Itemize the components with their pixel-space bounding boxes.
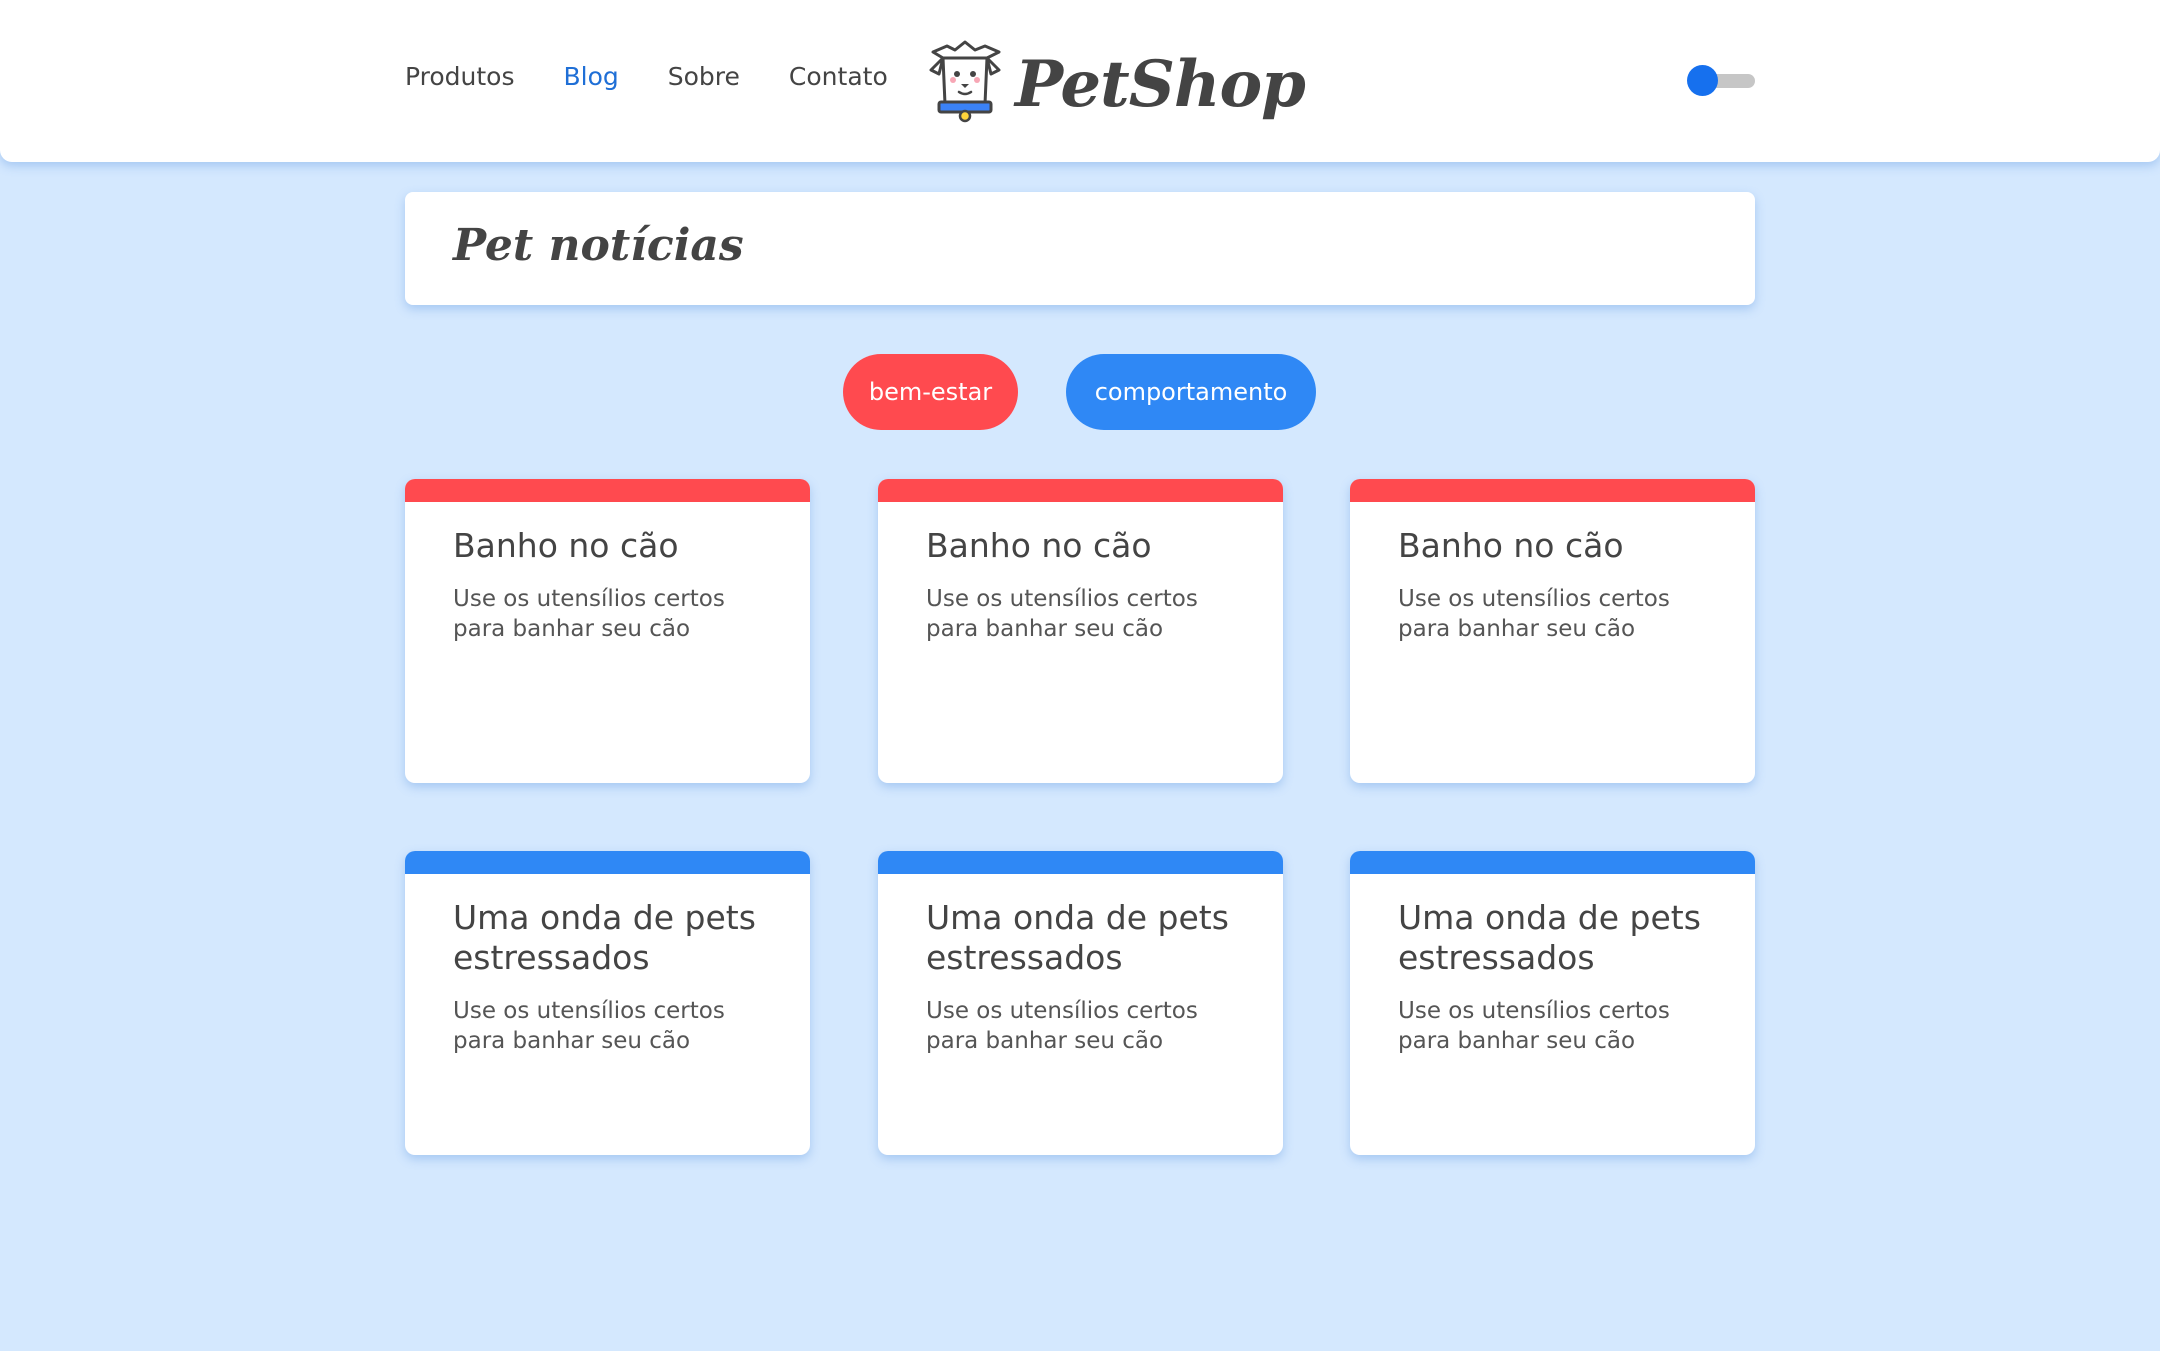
category-bar — [878, 851, 1283, 874]
filter-comportamento[interactable]: comportamento — [1066, 354, 1316, 430]
post-description: Use os utensílios certos para banhar seu… — [453, 586, 725, 642]
post-card[interactable]: Banho no cão Use os utensílios certos pa… — [878, 479, 1283, 783]
post-description: Use os utensílios certos para banhar seu… — [1398, 998, 1670, 1054]
post-title: Uma onda de pets estressados — [926, 898, 1229, 977]
site-header: Produtos Blog Sobre Contato PetShop — [0, 0, 2160, 162]
filter-bem-estar[interactable]: bem-estar — [843, 354, 1018, 430]
post-title: Uma onda de pets estressados — [1398, 898, 1701, 977]
logo-wordmark: PetShop — [1015, 46, 1306, 122]
theme-toggle[interactable] — [1687, 64, 1755, 96]
post-description: Use os utensílios certos para banhar seu… — [1398, 586, 1670, 642]
post-description: Use os utensílios certos para banhar seu… — [926, 998, 1198, 1054]
post-card[interactable]: Banho no cão Use os utensílios certos pa… — [1350, 479, 1755, 783]
category-bar — [1350, 479, 1755, 502]
nav-link-produtos[interactable]: Produtos — [405, 62, 515, 91]
dog-chef-icon — [927, 40, 1003, 128]
main-nav: Produtos Blog Sobre Contato — [405, 62, 888, 91]
nav-link-contato[interactable]: Contato — [789, 62, 888, 91]
post-title: Banho no cão — [453, 526, 679, 565]
site-logo[interactable]: PetShop — [927, 40, 1306, 128]
nav-link-sobre[interactable]: Sobre — [668, 62, 740, 91]
category-bar — [405, 851, 810, 874]
post-card[interactable]: Uma onda de pets estressados Use os uten… — [878, 851, 1283, 1155]
page-title-box: Pet notícias — [405, 192, 1755, 305]
post-title: Uma onda de pets estressados — [453, 898, 756, 977]
category-filters: bem-estar comportamento — [843, 354, 1316, 430]
category-bar — [405, 479, 810, 502]
toggle-knob — [1687, 65, 1718, 96]
post-card[interactable]: Uma onda de pets estressados Use os uten… — [1350, 851, 1755, 1155]
post-card[interactable]: Banho no cão Use os utensílios certos pa… — [405, 479, 810, 783]
nav-link-blog[interactable]: Blog — [564, 62, 619, 91]
category-bar — [1350, 851, 1755, 874]
post-description: Use os utensílios certos para banhar seu… — [926, 586, 1198, 642]
post-title: Banho no cão — [1398, 526, 1624, 565]
page-title: Pet notícias — [453, 220, 744, 271]
category-bar — [878, 479, 1283, 502]
post-title: Banho no cão — [926, 526, 1152, 565]
post-card[interactable]: Uma onda de pets estressados Use os uten… — [405, 851, 810, 1155]
post-description: Use os utensílios certos para banhar seu… — [453, 998, 725, 1054]
